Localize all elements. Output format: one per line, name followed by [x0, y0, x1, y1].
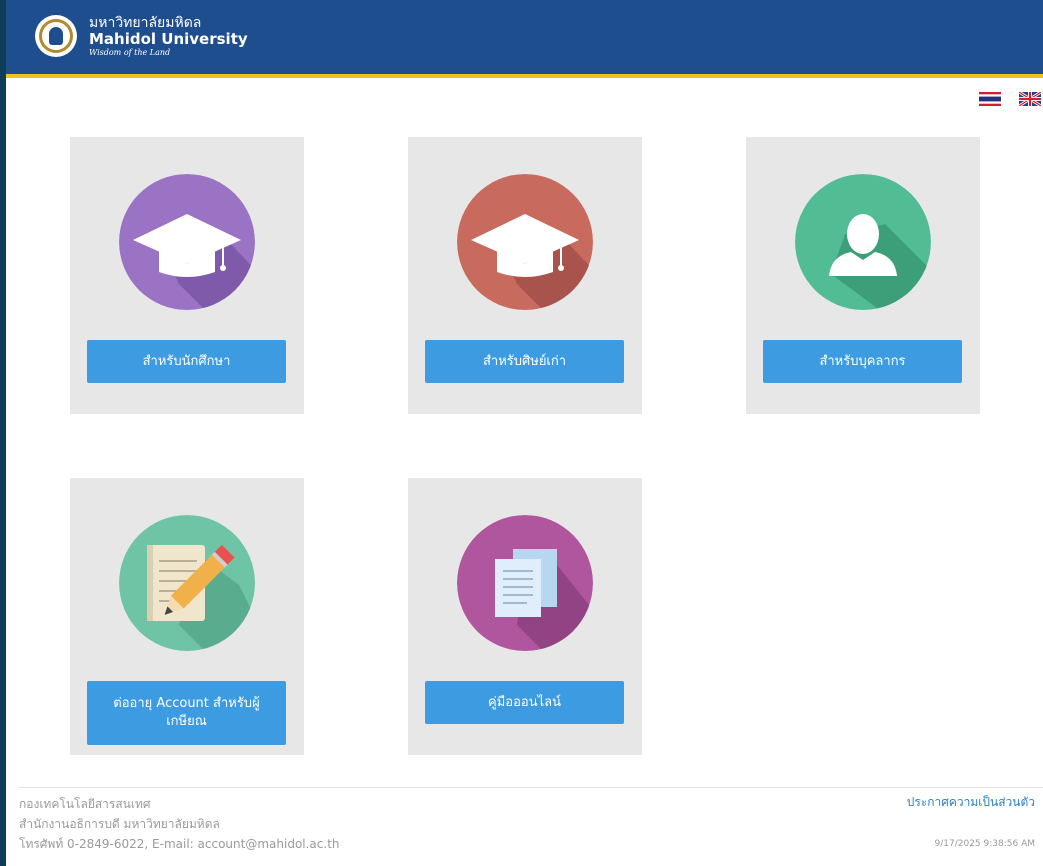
footer-division: กองเทคโนโลยีสารสนเทศ: [19, 797, 151, 811]
card-staff: สำหรับบุคลากร: [746, 137, 980, 414]
graduation-cap-icon: [457, 174, 593, 310]
card-students: สำหรับนักศึกษา: [70, 137, 304, 414]
card-alumni: สำหรับศิษย์เก่า: [408, 137, 642, 414]
thai-flag-icon[interactable]: [979, 92, 1001, 106]
header-bar: มหาวิทยาลัยมหิดล Mahidol University Wisd…: [6, 0, 1043, 78]
footer-office: สำนักงานอธิการบดี มหาวิทยาลัยมหิดล: [19, 817, 220, 831]
graduation-cap-icon: [119, 174, 255, 310]
students-button[interactable]: สำหรับนักศึกษา: [87, 340, 286, 383]
staff-button[interactable]: สำหรับบุคลากร: [763, 340, 962, 383]
card-online-manual: คู่มือออนไลน์: [408, 478, 642, 755]
alumni-button[interactable]: สำหรับศิษย์เก่า: [425, 340, 624, 383]
footer-contact: กองเทคโนโลยีสารสนเทศ สำนักงานอธิการบดี ม…: [19, 794, 340, 854]
footer-phone-email: โทรศัพท์ 0-2849-6022, E-mail: account@ma…: [19, 837, 340, 851]
card-retiree-renewal: ต่ออายุ Account สำหรับผู้เกษียณ: [70, 478, 304, 755]
page: มหาวิทยาลัยมหิดล Mahidol University Wisd…: [6, 0, 1043, 866]
logo-motto: Wisdom of the Land: [89, 48, 171, 57]
privacy-notice-link[interactable]: ประกาศความเป็นส่วนตัว: [907, 794, 1035, 810]
retiree-renewal-button[interactable]: ต่ออายุ Account สำหรับผู้เกษียณ: [87, 681, 286, 745]
logo-thai-name: มหาวิทยาลัยมหิดล: [89, 15, 202, 31]
documents-icon: [457, 515, 593, 651]
university-seal-icon[interactable]: [35, 15, 77, 57]
footer-divider: [19, 787, 1043, 788]
logo-english-name: Mahidol University: [89, 30, 248, 48]
university-logo-text[interactable]: มหาวิทยาลัยมหิดล Mahidol University Wisd…: [89, 16, 248, 58]
notepad-pencil-icon: [119, 515, 255, 651]
footer-timestamp: 9/17/2025 9:38:56 AM: [934, 839, 1036, 849]
user-silhouette-icon: [795, 174, 931, 310]
online-manual-button[interactable]: คู่มือออนไลน์: [425, 681, 624, 724]
uk-flag-icon[interactable]: [1019, 92, 1041, 106]
